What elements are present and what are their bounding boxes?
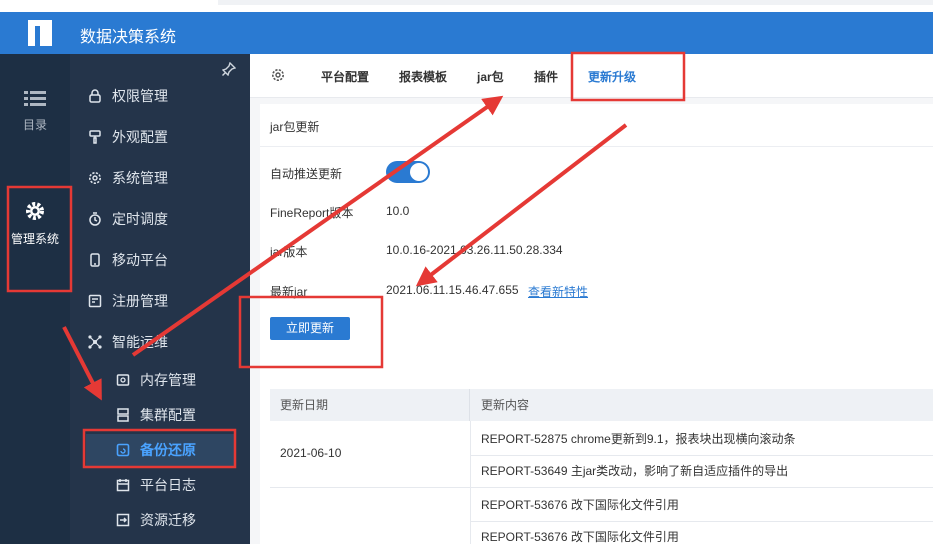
toggle-knob	[410, 163, 428, 181]
tab-bar: 平台配置 报表模板 jar包 插件 更新升级	[250, 54, 933, 98]
menu-item-label: 内存管理	[140, 372, 196, 388]
top-strip	[0, 0, 933, 12]
settings-tab-icon[interactable]	[271, 68, 285, 82]
timer-icon	[89, 212, 101, 226]
menu-item-permissions[interactable]: 权限管理	[88, 85, 168, 107]
register-icon	[88, 294, 102, 308]
rail-item-label: 管理系统	[10, 232, 59, 246]
brush-icon	[89, 130, 101, 144]
rail-item-directory[interactable]: 目录	[0, 90, 70, 133]
finereport-version-value: 10.0	[386, 204, 410, 218]
row-divider	[470, 521, 933, 522]
auto-push-toggle[interactable]	[386, 161, 430, 183]
menu-item-label: 系统管理	[112, 170, 168, 186]
menu-item-label: 移动平台	[112, 252, 168, 268]
menu-item-label: 备份还原	[140, 442, 196, 458]
mobile-icon	[90, 253, 100, 267]
jar-version-label: jar版本	[270, 245, 308, 259]
list-icon	[24, 91, 46, 106]
menu-subitem-logs[interactable]: 平台日志	[116, 474, 196, 496]
menu-item-label: 权限管理	[112, 88, 168, 104]
menu-item-schedule[interactable]: 定时调度	[88, 208, 168, 230]
menu-item-label: 集群配置	[140, 407, 196, 423]
menu-item-label: 定时调度	[112, 211, 168, 227]
menu-item-label: 智能运维	[112, 334, 168, 350]
top-strip-segment	[218, 0, 933, 5]
menu-item-ops[interactable]: 智能运维	[88, 331, 168, 353]
update-now-button[interactable]: 立即更新	[270, 317, 350, 340]
app-logo-icon	[28, 20, 52, 46]
menu-item-registration[interactable]: 注册管理	[88, 290, 168, 312]
menu-item-system[interactable]: 系统管理	[88, 167, 168, 189]
table-row: REPORT-53676 改下国际化文件引用	[481, 530, 679, 544]
network-icon	[88, 335, 102, 349]
table-row: REPORT-52875 chrome更新到9.1，报表块出现横向滚动条	[481, 432, 796, 446]
menu-subitem-backup[interactable]: 备份还原	[86, 434, 236, 466]
tab-plugins[interactable]: 插件	[534, 68, 558, 85]
active-tab-indicator	[574, 40, 650, 42]
tab-jar[interactable]: jar包	[477, 68, 504, 85]
latest-jar-value: 2021.06.11.15.46.47.655	[386, 283, 519, 297]
section-title: jar包更新	[270, 120, 320, 134]
jar-version-value: 10.0.16-2021.03.26.11.50.28.334	[386, 243, 563, 257]
menu-item-mobile[interactable]: 移动平台	[88, 249, 168, 271]
update-date-cell: 2021-06-10	[280, 446, 342, 460]
menu-item-label: 注册管理	[112, 293, 168, 309]
view-features-link[interactable]: 查看新特性	[528, 283, 588, 300]
lock-icon	[89, 89, 101, 103]
menu-item-label: 资源迁移	[140, 512, 196, 528]
rail-item-management[interactable]: 管理系统	[0, 200, 70, 247]
tab-update-upgrade[interactable]: 更新升级	[588, 68, 636, 85]
tab-report-templates[interactable]: 报表模板	[399, 68, 447, 85]
row-divider	[270, 487, 933, 488]
app-header: 数据决策系统	[0, 12, 933, 54]
menu-subitem-cluster[interactable]: 集群配置	[116, 404, 196, 426]
latest-jar-label: 最新jar	[270, 285, 308, 299]
server-icon	[117, 408, 129, 422]
table-row: REPORT-53649 主jar类改动，影响了新自适应插件的导出	[481, 464, 789, 478]
gear-icon	[26, 202, 44, 220]
menu-subitem-migration[interactable]: 资源迁移	[116, 509, 196, 531]
table-header-date: 更新日期	[270, 389, 470, 421]
menu-item-label: 外观配置	[112, 129, 168, 145]
app-title: 数据决策系统	[80, 29, 177, 46]
settings-icon	[89, 172, 101, 184]
row-divider	[470, 455, 933, 456]
table-header-content: 更新内容	[470, 389, 933, 421]
table-row: REPORT-53676 改下国际化文件引用	[481, 498, 679, 512]
management-menu: 权限管理 外观配置 系统管理 定时调度 移动平台 注册管理 智能运维 内存管理 …	[70, 54, 250, 544]
column-divider	[470, 421, 471, 544]
memory-icon	[116, 374, 130, 386]
menu-item-appearance[interactable]: 外观配置	[88, 126, 168, 148]
tab-platform-config[interactable]: 平台配置	[321, 68, 369, 85]
menu-subitem-memory[interactable]: 内存管理	[116, 369, 196, 391]
menu-item-label: 平台日志	[140, 477, 196, 493]
migrate-icon	[116, 513, 130, 527]
backup-icon	[116, 443, 130, 457]
auto-push-label: 自动推送更新	[270, 167, 343, 181]
jar-update-panel: jar包更新 自动推送更新 FineReport版本 10.0 jar版本 10…	[260, 104, 933, 544]
calendar-icon	[116, 479, 130, 492]
rail-item-label: 目录	[22, 118, 47, 132]
finereport-version-label: FineReport版本	[270, 206, 354, 220]
section-divider	[260, 146, 933, 147]
pin-icon[interactable]	[222, 62, 236, 76]
left-rail: 目录 管理系统	[0, 54, 70, 544]
